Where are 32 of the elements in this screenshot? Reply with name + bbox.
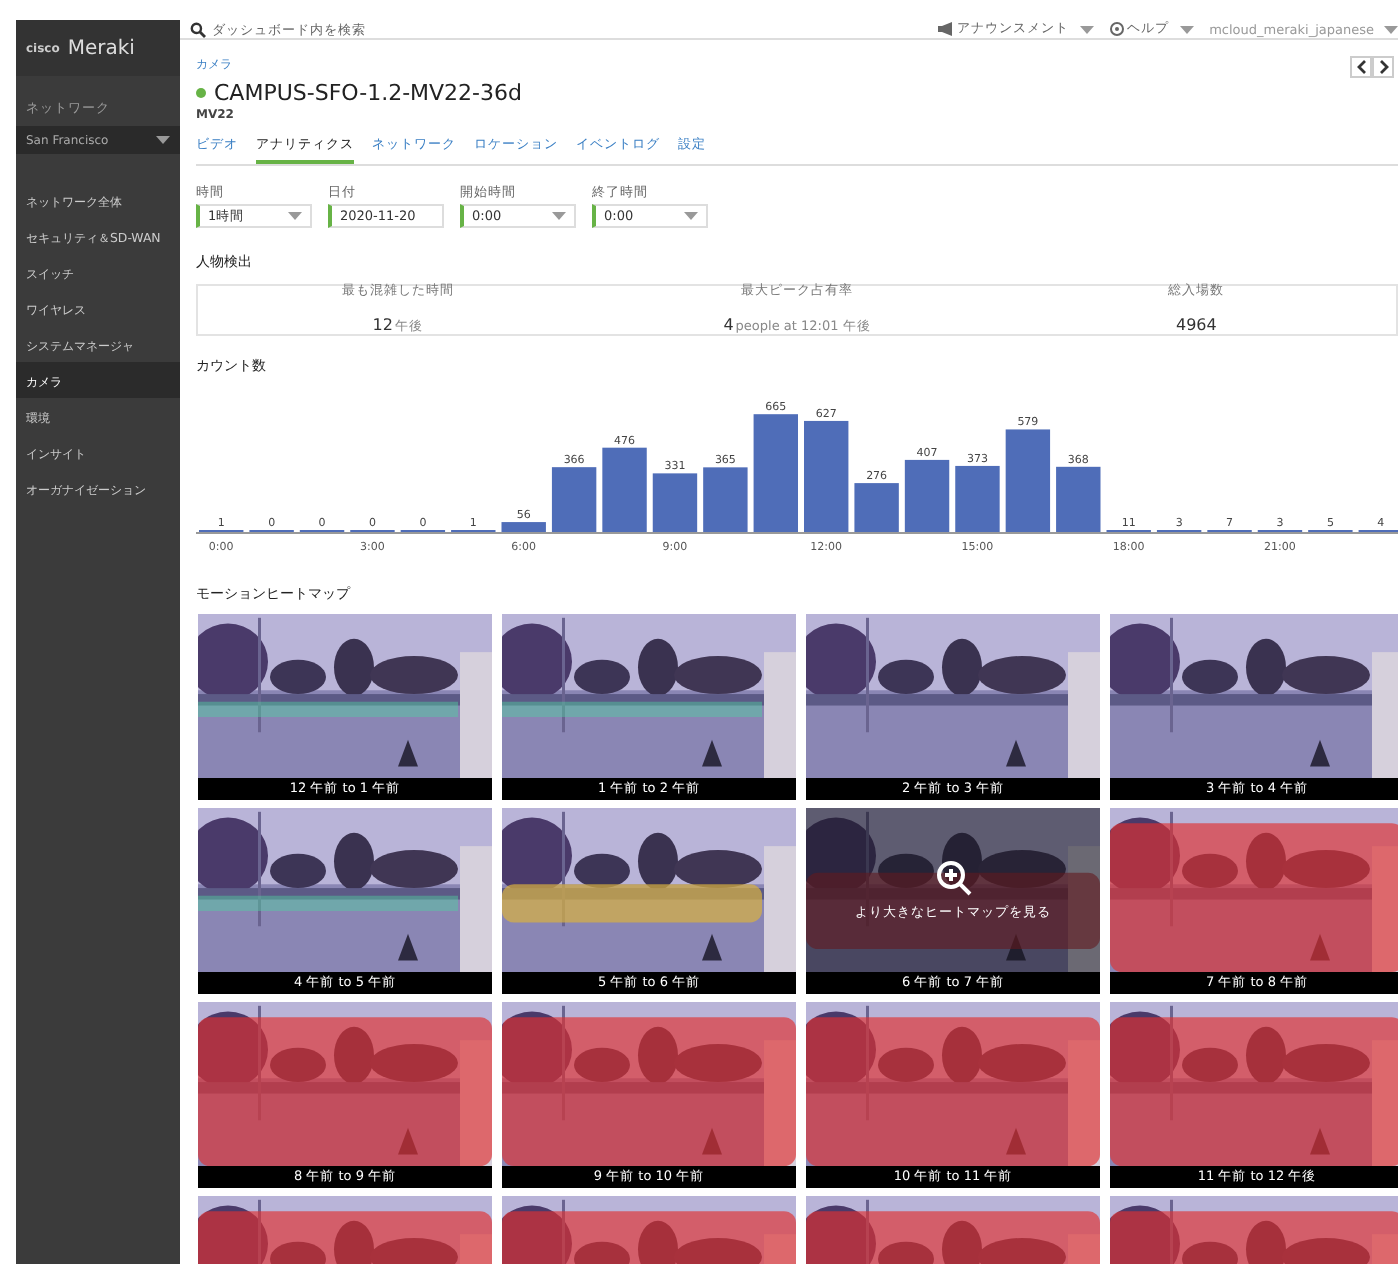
stat-value: 12 — [372, 316, 393, 334]
bar — [551, 467, 597, 532]
bar — [1056, 466, 1101, 532]
bar — [854, 483, 899, 532]
megaphone-icon — [937, 22, 954, 36]
bar — [1005, 429, 1051, 532]
bar — [652, 473, 698, 532]
caret-icon — [1179, 25, 1194, 33]
bar — [703, 467, 748, 532]
previous-button[interactable] — [1350, 56, 1372, 78]
help-icon — [1109, 22, 1124, 36]
stat-value: 4964 — [1176, 316, 1217, 334]
search-icon — [190, 21, 206, 37]
zoom-in-icon — [935, 859, 971, 895]
caret-icon — [288, 212, 302, 220]
next-button[interactable] — [1372, 56, 1394, 78]
chevron-right-icon — [1377, 60, 1389, 74]
caret-icon — [1079, 25, 1094, 33]
stat-value: 4 — [723, 316, 734, 334]
caret-icon — [1384, 25, 1398, 33]
bar — [602, 447, 647, 532]
device-title: CAMPUS-SFO-1.2-MV22-36d — [214, 80, 522, 106]
bar — [753, 414, 798, 532]
bar — [904, 459, 950, 532]
bar — [804, 420, 849, 532]
brand-name: Meraki — [67, 37, 135, 59]
chevron-left-icon — [1355, 60, 1367, 74]
caret-icon — [684, 212, 698, 220]
bar — [955, 465, 1000, 532]
caret-icon — [552, 212, 566, 220]
caret-icon — [156, 136, 170, 144]
bar — [501, 522, 546, 532]
